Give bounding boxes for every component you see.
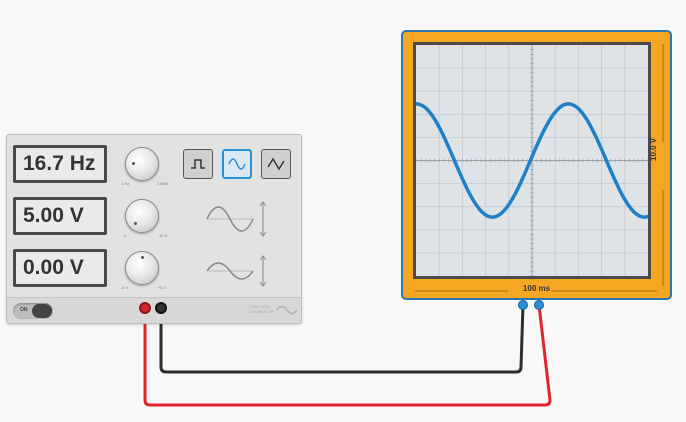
power-switch[interactable]: ON bbox=[13, 303, 53, 319]
power-label: ON bbox=[20, 307, 28, 313]
generator-ground-terminal[interactable] bbox=[155, 302, 167, 314]
brand-wave-icon bbox=[276, 305, 298, 315]
amplitude-knob[interactable] bbox=[125, 199, 159, 233]
sine-wave-icon bbox=[228, 158, 246, 170]
oscilloscope: 100 ms 10.0 V bbox=[401, 30, 672, 300]
offset-icon bbox=[206, 255, 267, 287]
circuit-workspace: 16.7 Hz 5.00 V 0.00 V 1 Hz 1 MHz 0 10 V … bbox=[0, 0, 686, 422]
generator-base: ON FUNCTION GENERATOR bbox=[7, 297, 301, 323]
triangle-wave-button[interactable] bbox=[261, 149, 291, 179]
frequency-min-label: 1 Hz bbox=[121, 181, 130, 186]
function-generator: 16.7 Hz 5.00 V 0.00 V 1 Hz 1 MHz 0 10 V … bbox=[6, 134, 302, 324]
square-wave-icon bbox=[191, 159, 205, 169]
generator-positive-terminal[interactable] bbox=[139, 302, 151, 314]
offset-min-label: -5 V bbox=[121, 285, 129, 290]
amplitude-max-label: 10 V bbox=[159, 233, 168, 238]
square-wave-button[interactable] bbox=[183, 149, 213, 179]
scope-positive-terminal[interactable] bbox=[534, 300, 544, 310]
offset-display: 0.00 V bbox=[13, 249, 107, 287]
scope-ground-terminal[interactable] bbox=[518, 300, 528, 310]
frequency-display: 16.7 Hz bbox=[13, 145, 107, 183]
frequency-max-label: 1 MHz bbox=[157, 181, 169, 186]
power-switch-thumb bbox=[32, 304, 52, 318]
oscilloscope-graph bbox=[414, 44, 650, 277]
frequency-knob[interactable] bbox=[125, 147, 159, 181]
offset-max-label: +5 V bbox=[158, 285, 167, 290]
sine-wave-button[interactable] bbox=[222, 149, 252, 179]
amplitude-min-label: 0 bbox=[124, 233, 127, 238]
brand-label: FUNCTION GENERATOR bbox=[249, 304, 274, 314]
time-scale-label: 100 ms bbox=[522, 284, 551, 293]
oscilloscope-screen bbox=[413, 42, 651, 279]
voltage-scale-label: 10.0 V bbox=[649, 137, 658, 161]
triangle-wave-icon bbox=[267, 157, 285, 171]
amplitude-display: 5.00 V bbox=[13, 197, 107, 235]
amplitude-icon bbox=[206, 201, 267, 237]
offset-knob[interactable] bbox=[125, 251, 159, 285]
